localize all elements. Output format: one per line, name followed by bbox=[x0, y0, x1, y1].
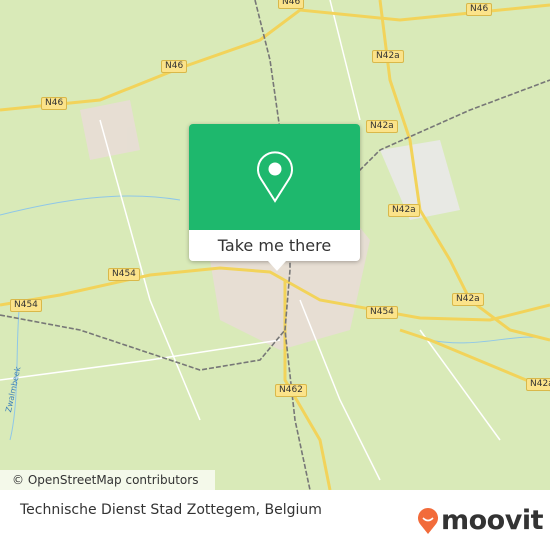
road-label: N46 bbox=[41, 97, 68, 110]
attribution[interactable]: © OpenStreetMap contributors bbox=[0, 470, 215, 490]
attribution-text: © OpenStreetMap contributors bbox=[12, 473, 199, 487]
take-me-there-button[interactable]: Take me there bbox=[189, 230, 360, 261]
road-label: N42a bbox=[366, 120, 398, 133]
moovit-logo[interactable]: moovit bbox=[417, 505, 544, 536]
popup-header bbox=[189, 124, 360, 230]
road-label: N46 bbox=[466, 3, 493, 16]
popup: Take me there bbox=[189, 124, 360, 261]
road-label: N42a bbox=[372, 50, 404, 63]
road-label: N462 bbox=[275, 384, 307, 397]
road-label: N46 bbox=[161, 60, 188, 73]
road-label: N454 bbox=[366, 306, 398, 319]
place-title: Technische Dienst Stad Zottegem, Belgium bbox=[20, 502, 322, 518]
moovit-pin-icon bbox=[418, 507, 438, 534]
road-label: N46 bbox=[278, 0, 305, 9]
map-pin-icon bbox=[256, 151, 293, 203]
moovit-logo-text: moovit bbox=[441, 505, 544, 536]
road-label: N42a bbox=[452, 293, 484, 306]
road-label: N454 bbox=[10, 299, 42, 312]
road-label: N42a bbox=[388, 204, 420, 217]
road-label: N42a bbox=[526, 378, 550, 391]
road-label: N454 bbox=[108, 268, 140, 281]
popup-pointer bbox=[268, 261, 286, 271]
